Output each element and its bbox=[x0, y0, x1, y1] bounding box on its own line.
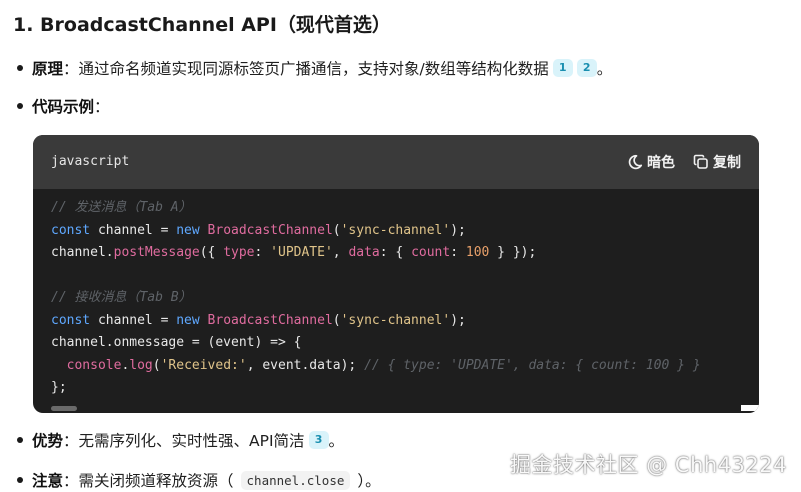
code-token: , bbox=[332, 245, 349, 260]
theme-toggle-label: 暗色 bbox=[647, 155, 675, 171]
principle-suffix: 。 bbox=[596, 60, 613, 78]
bullet-dot bbox=[17, 437, 23, 443]
code-line: const channel = new BroadcastChannel('sy… bbox=[51, 310, 759, 333]
principle-text: ：通过命名频道实现同源标签页广播通信，支持对象/数组等结构化数据 bbox=[63, 60, 549, 78]
code-token: channel = bbox=[90, 312, 177, 328]
code-token: : { bbox=[379, 245, 412, 260]
code-token: ); bbox=[450, 312, 466, 328]
code-token: 'UPDATE' bbox=[270, 245, 333, 260]
code-header-actions: 暗色 复制 bbox=[627, 152, 741, 172]
bullet-dot bbox=[17, 477, 23, 483]
code-line: channel.onmessage = (event) => { bbox=[51, 332, 759, 355]
code-token: // 发送消息（Tab A） bbox=[51, 200, 192, 215]
code-token: // 接收消息（Tab B） bbox=[51, 290, 192, 305]
code-line: // 接收消息（Tab B） bbox=[51, 287, 759, 310]
principle-label: 原理 bbox=[32, 60, 64, 78]
code-token: data bbox=[348, 245, 380, 260]
code-token: 'Received:' bbox=[160, 357, 247, 373]
code-line: // 发送消息（Tab A） bbox=[51, 197, 759, 220]
code-block-header: javascript 暗色 复制 bbox=[33, 135, 759, 189]
code-token: type bbox=[223, 245, 255, 260]
bullet-note: 注意 ：需关闭频道释放资源（ channel.close ）。 bbox=[17, 469, 381, 491]
bullet-example: 代码示例 ： bbox=[17, 95, 110, 117]
code-token: const bbox=[51, 222, 91, 238]
code-token: BroadcastChannel bbox=[207, 222, 333, 238]
code-token: channel.onmessage = (event) => { bbox=[51, 335, 302, 350]
code-token: postMessage bbox=[113, 245, 200, 260]
code-token: : bbox=[450, 245, 466, 260]
advantage-text: ：无需序列化、实时性强、API简洁 bbox=[63, 432, 305, 450]
code-token: channel = bbox=[90, 222, 177, 238]
note-text: ：需关闭频道释放资源（ bbox=[63, 472, 234, 490]
example-label: 代码示例 bbox=[32, 98, 95, 116]
reference-badge-1[interactable]: 1 bbox=[552, 59, 573, 77]
code-token: }; bbox=[51, 380, 67, 395]
watermark: 掘金技术社区 @ Chh43224 bbox=[510, 453, 787, 477]
code-token: log bbox=[129, 357, 153, 373]
bullet-dot bbox=[17, 103, 23, 109]
copy-button[interactable]: 复制 bbox=[693, 152, 741, 172]
example-text: ： bbox=[94, 98, 110, 116]
advantage-suffix: 。 bbox=[328, 432, 345, 450]
code-token: } }); bbox=[489, 245, 537, 260]
code-token: , event.data); bbox=[246, 357, 365, 373]
copy-label: 复制 bbox=[713, 155, 741, 171]
code-token: ({ bbox=[199, 245, 224, 260]
bullet-principle: 原理 ：通过命名频道实现同源标签页广播通信，支持对象/数组等结构化数据 1 2 … bbox=[17, 57, 612, 79]
code-token: BroadcastChannel bbox=[207, 312, 333, 328]
code-token: 'sync-channel' bbox=[340, 222, 451, 238]
moon-icon bbox=[628, 154, 643, 170]
code-token: new bbox=[176, 312, 200, 328]
inline-code: channel.close bbox=[240, 470, 351, 490]
scrollbar-thumb[interactable] bbox=[51, 406, 77, 411]
code-block: javascript 暗色 复制 // 发送消息（Tab A） const ch… bbox=[33, 135, 759, 413]
code-token: ( bbox=[152, 357, 161, 373]
section-heading: 1. BroadcastChannel API（现代首选） bbox=[13, 14, 391, 36]
theme-toggle-button[interactable]: 暗色 bbox=[627, 152, 675, 172]
code-token: : bbox=[254, 245, 271, 260]
horizontal-scrollbar[interactable] bbox=[33, 405, 759, 411]
code-line: channel.postMessage({ type: 'UPDATE', da… bbox=[51, 242, 759, 265]
note-label: 注意 bbox=[32, 472, 64, 490]
code-token: 100 bbox=[465, 245, 490, 260]
code-token: count bbox=[411, 245, 451, 260]
code-content[interactable]: // 发送消息（Tab A） const channel = new Broadc… bbox=[33, 189, 759, 413]
bullet-advantage: 优势 ：无需序列化、实时性强、API简洁 3 。 bbox=[17, 429, 344, 451]
scrollbar-end bbox=[741, 405, 759, 411]
bullet-dot bbox=[17, 65, 23, 71]
code-token: 'sync-channel' bbox=[340, 312, 451, 328]
copy-icon bbox=[693, 154, 708, 169]
code-line: console.log('Received:', event.data); //… bbox=[51, 355, 759, 378]
code-token: ( bbox=[332, 312, 341, 328]
code-line: const channel = new BroadcastChannel('sy… bbox=[51, 220, 759, 243]
code-token: channel. bbox=[51, 245, 114, 260]
document-page: 1. BroadcastChannel API（现代首选） 原理 ：通过命名频道… bbox=[0, 0, 801, 492]
reference-badge-3[interactable]: 3 bbox=[308, 431, 329, 449]
code-token: ); bbox=[450, 222, 466, 238]
code-token: console bbox=[66, 357, 122, 373]
code-line: }; bbox=[51, 377, 759, 400]
code-token: // { type: 'UPDATE', data: { count: 100 … bbox=[364, 357, 701, 373]
code-token: ( bbox=[332, 222, 341, 238]
note-suffix: ）。 bbox=[357, 472, 381, 490]
code-token: new bbox=[176, 222, 200, 238]
code-token: const bbox=[51, 312, 91, 328]
code-language-label: javascript bbox=[51, 154, 130, 169]
advantage-label: 优势 bbox=[32, 432, 64, 450]
reference-badge-2[interactable]: 2 bbox=[576, 59, 597, 77]
